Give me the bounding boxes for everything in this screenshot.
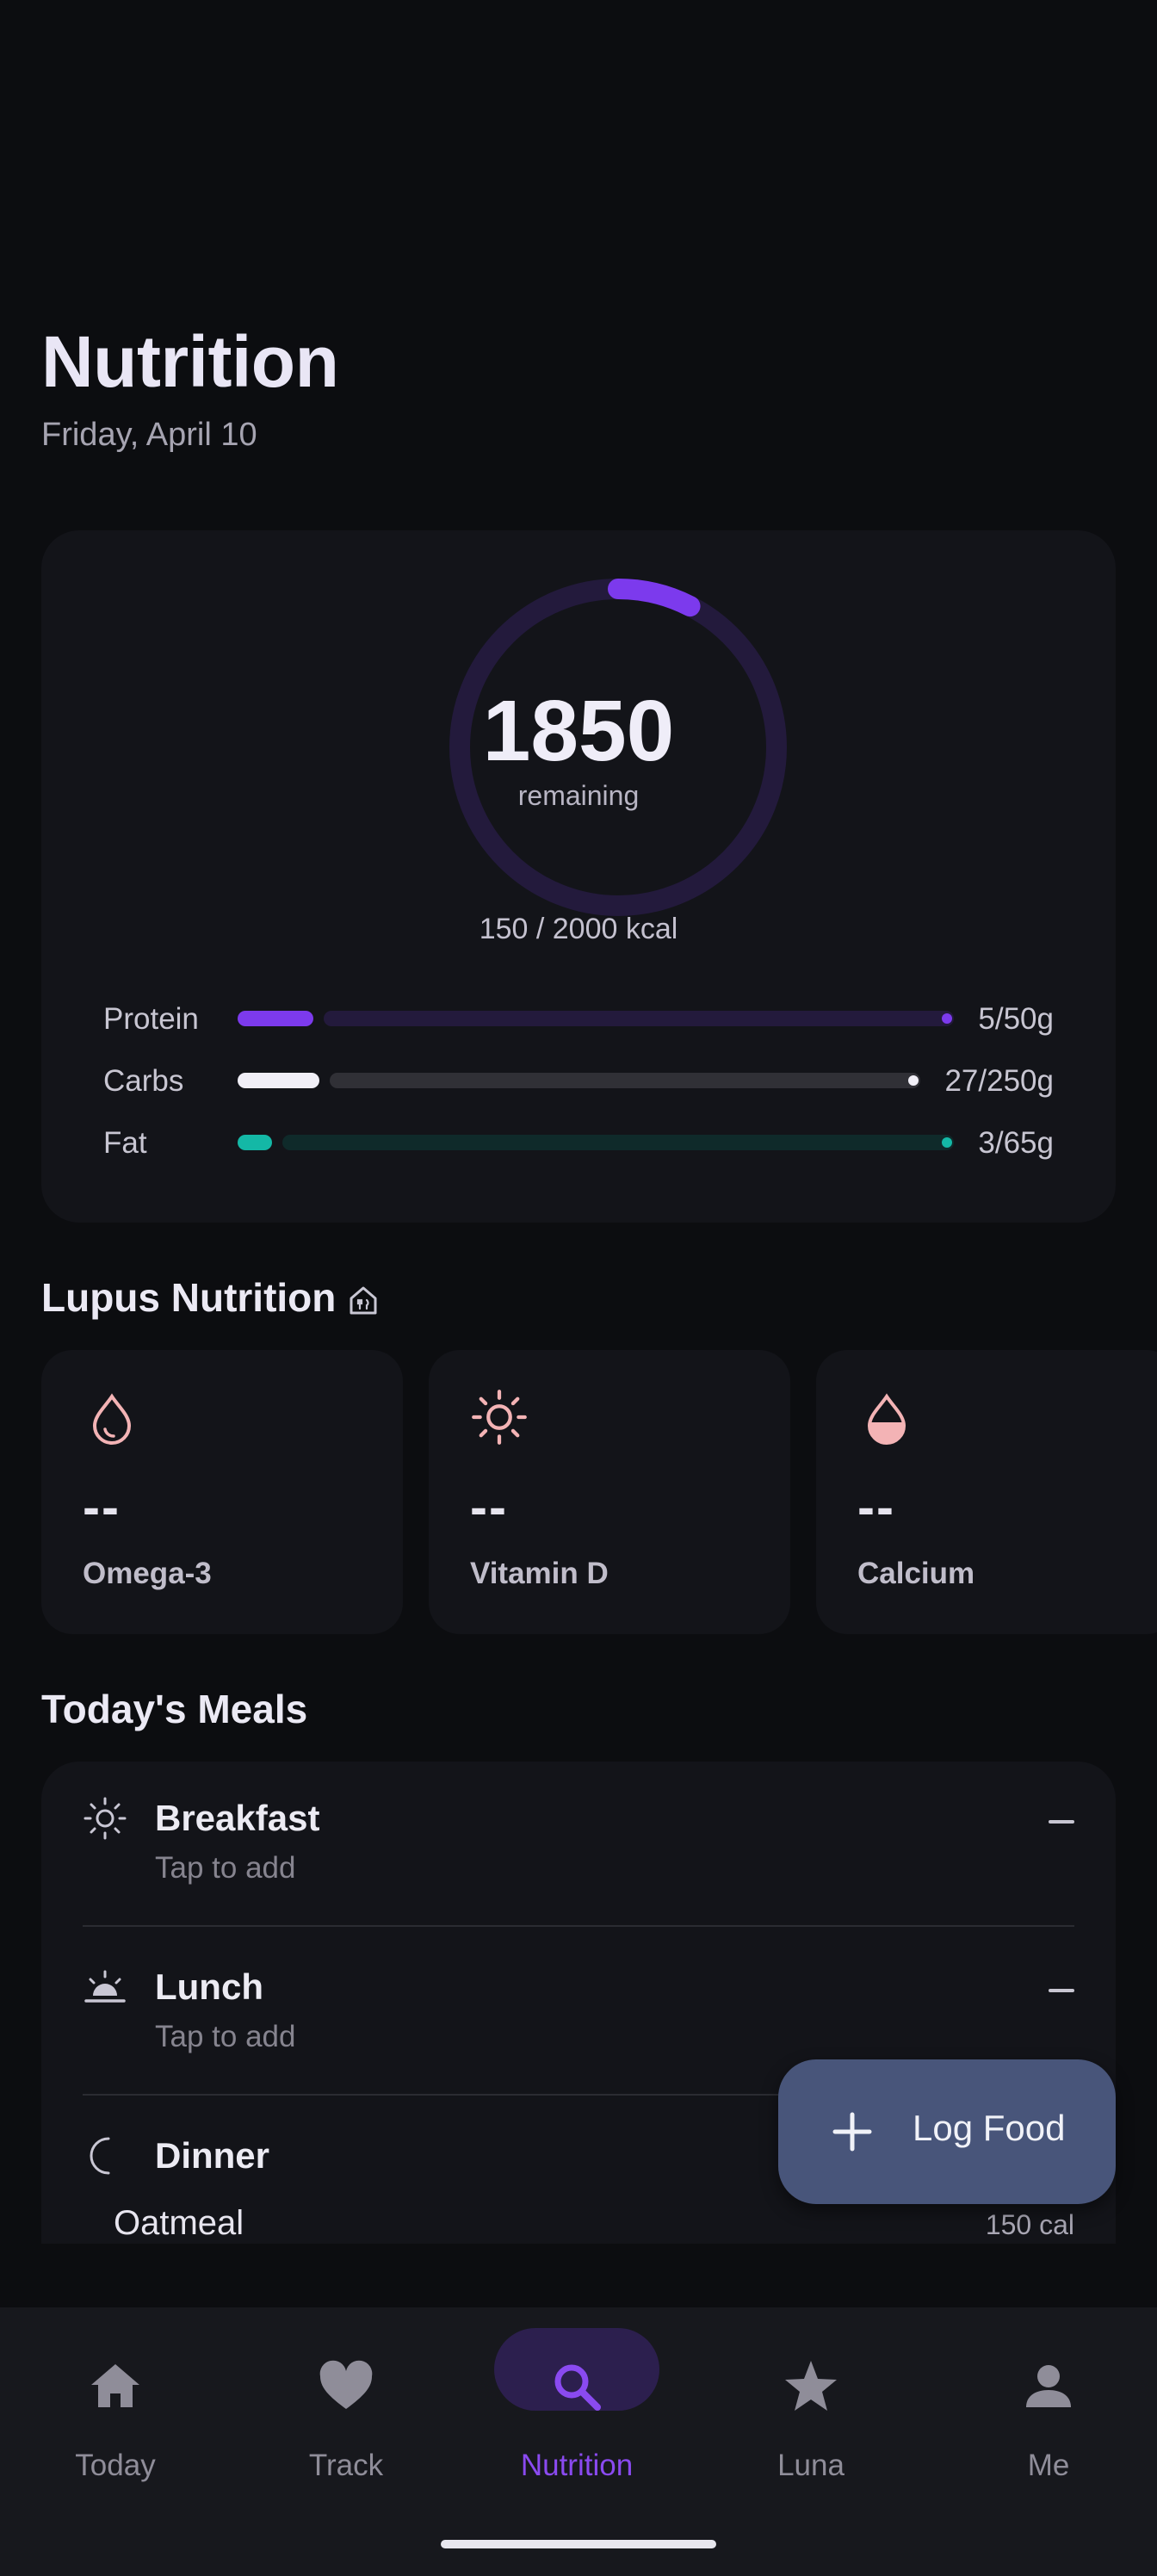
nav-item-luna[interactable]: Luna — [696, 2307, 926, 2531]
macro-progress-fill — [238, 1135, 273, 1150]
nav-label: Nutrition — [520, 2449, 634, 2482]
nav-item-me[interactable]: Me — [933, 2307, 1157, 2531]
nav-label: Today — [75, 2449, 156, 2482]
macro-progress-track — [330, 1073, 920, 1088]
sunrise-icon — [84, 1970, 126, 2003]
macro-label: Fat — [103, 1126, 147, 1160]
macro-row-protein: Protein 5/50g — [103, 995, 1054, 1043]
nav-item-today[interactable]: Today — [0, 2307, 231, 2531]
calories-summary: 150 / 2000 kcal — [479, 913, 678, 945]
nutrient-name: Omega-3 — [83, 1557, 212, 1590]
star-icon — [785, 2361, 837, 2411]
nav-item-track[interactable]: Track — [231, 2307, 461, 2531]
nav-label: Track — [308, 2449, 384, 2482]
lupus-nutrient-card-omega3[interactable]: -- Omega-3 — [41, 1350, 403, 1634]
meal-subtitle: Tap to add — [155, 2020, 296, 2053]
page-date: Friday, April 10 — [41, 417, 257, 453]
house-utensils-icon — [350, 1286, 377, 1315]
lupus-nutrient-card-calcium[interactable]: -- Calcium — [816, 1350, 1157, 1634]
sun-icon — [84, 1797, 127, 1840]
lupus-nutrition-title: Lupus Nutrition — [41, 1275, 337, 1320]
nutrient-name: Calcium — [857, 1557, 975, 1590]
macro-progress-fill — [238, 1073, 320, 1088]
droplet-icon — [92, 1393, 132, 1445]
nav-label: Me — [1027, 2449, 1070, 2482]
search-icon — [554, 2364, 601, 2411]
macro-end-dot — [942, 1137, 952, 1148]
log-food-button[interactable]: Log Food — [778, 2059, 1116, 2204]
calorie-summary-card: 1850 remaining 150 / 2000 kcal Protein 5… — [41, 530, 1116, 1223]
macro-progress-track — [282, 1135, 954, 1150]
half-droplet-icon — [867, 1393, 906, 1445]
macro-row-carbs: Carbs 27/250g — [103, 1057, 1054, 1105]
moon-icon — [90, 2137, 110, 2175]
todays-meals-title: Today's Meals — [41, 1687, 308, 1731]
macro-value: 5/50g — [978, 1002, 1054, 1036]
nutrient-value: -- — [857, 1478, 895, 1536]
home-icon — [91, 2364, 139, 2407]
macro-value: 27/250g — [944, 1064, 1054, 1098]
log-food-label: Log Food — [913, 2108, 1066, 2148]
bottom-navigation: Today Track Nutrition Luna Me — [0, 2307, 1157, 2576]
macro-end-dot — [942, 1013, 952, 1024]
heart-icon — [319, 2360, 373, 2409]
macro-progress-track — [324, 1011, 954, 1026]
calories-remaining-label: remaining — [517, 780, 640, 811]
macro-label: Protein — [103, 1002, 199, 1036]
collapse-icon[interactable] — [1049, 1820, 1074, 1824]
person-icon — [1026, 2365, 1071, 2407]
sun-icon — [472, 1390, 527, 1445]
divider — [83, 1925, 1074, 1927]
macro-value: 3/65g — [978, 1126, 1054, 1160]
nutrient-value: -- — [470, 1478, 508, 1536]
plus-icon — [832, 2112, 872, 2152]
macro-progress-fill — [238, 1011, 313, 1026]
meal-name: Lunch — [155, 1966, 263, 2007]
food-item-name[interactable]: Oatmeal — [114, 2204, 244, 2243]
nutrient-value: -- — [83, 1478, 121, 1536]
gesture-home-bar — [441, 2540, 716, 2548]
food-item-calories: 150 cal — [985, 2209, 1074, 2240]
page-title: Nutrition — [41, 321, 339, 402]
nutrient-name: Vitamin D — [470, 1557, 609, 1590]
nav-label: Luna — [777, 2449, 845, 2482]
macro-end-dot — [908, 1075, 919, 1086]
nav-item-nutrition[interactable]: Nutrition — [461, 2307, 692, 2531]
lupus-nutrient-card-vitamin-d[interactable]: -- Vitamin D — [429, 1350, 790, 1634]
macro-label: Carbs — [103, 1064, 184, 1098]
meal-name: Dinner — [155, 2135, 270, 2176]
collapse-icon[interactable] — [1049, 1989, 1074, 1992]
calories-remaining-value: 1850 — [482, 683, 675, 779]
macro-row-fat: Fat 3/65g — [103, 1119, 1054, 1167]
meal-row-breakfast[interactable]: Breakfast Tap to add — [41, 1762, 1116, 1930]
meal-subtitle: Tap to add — [155, 1851, 296, 1885]
meal-name: Breakfast — [155, 1798, 320, 1838]
